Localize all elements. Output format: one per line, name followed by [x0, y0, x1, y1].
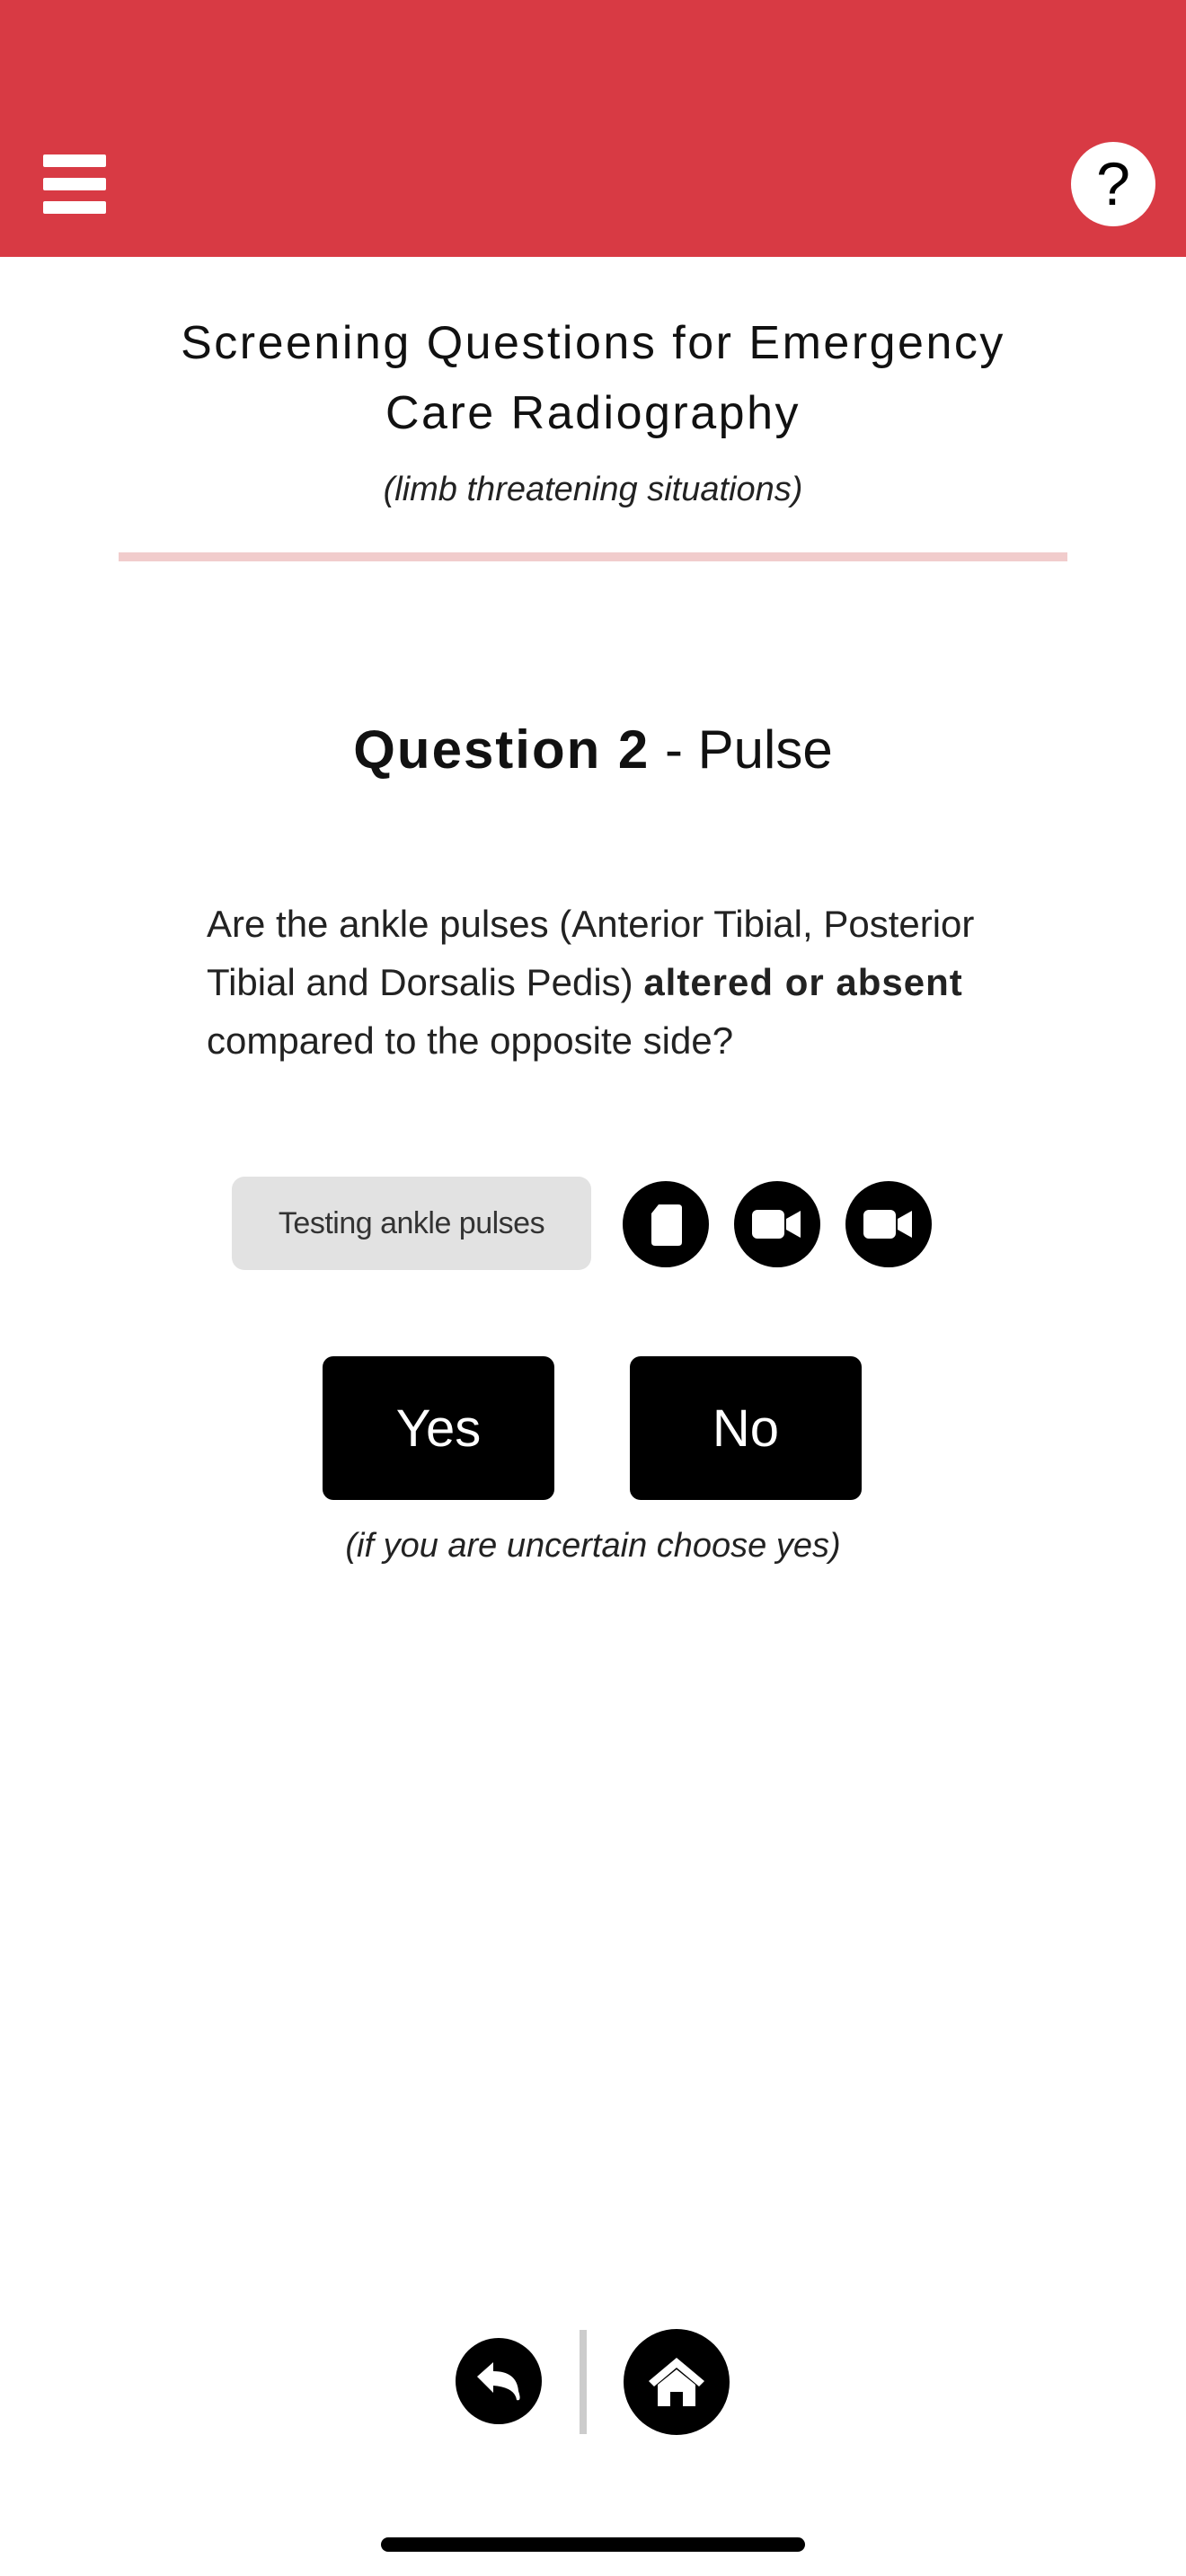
- question-text-emphasis: altered or absent: [643, 961, 963, 1003]
- yes-button[interactable]: Yes: [323, 1356, 554, 1500]
- question-mark-icon: ?: [1096, 150, 1130, 218]
- home-indicator: [381, 2537, 805, 2552]
- help-button[interactable]: ?: [1071, 142, 1155, 226]
- back-button[interactable]: [456, 2338, 542, 2424]
- video-camera-icon: [863, 1210, 912, 1239]
- page-subtitle: (limb threatening situations): [383, 471, 803, 508]
- question-topic: - Pulse: [650, 719, 833, 780]
- document-icon: [651, 1204, 682, 1246]
- video-button-1[interactable]: [734, 1181, 820, 1267]
- video-button-2[interactable]: [845, 1181, 932, 1267]
- question-text: Are the ankle pulses (Anterior Tibial, P…: [207, 895, 979, 1070]
- menu-bar: [43, 201, 106, 214]
- no-button[interactable]: No: [630, 1356, 862, 1500]
- question-number: Question 2: [353, 719, 651, 780]
- nav-separator: [580, 2330, 587, 2434]
- video-camera-icon: [752, 1210, 801, 1239]
- testing-ankle-pulses-button[interactable]: Testing ankle pulses: [232, 1177, 591, 1270]
- page-title-line1: Screening Questions for Emergency: [181, 317, 1005, 369]
- app-header: ?: [0, 0, 1186, 257]
- back-arrow-icon: [477, 2362, 520, 2401]
- title-divider: [119, 552, 1067, 561]
- document-button[interactable]: [623, 1181, 709, 1267]
- home-button[interactable]: [624, 2329, 730, 2435]
- menu-bar: [43, 154, 106, 167]
- menu-button[interactable]: [43, 154, 106, 214]
- home-icon: [649, 2358, 704, 2406]
- question-heading: Question 2 - Pulse: [90, 719, 1096, 781]
- question-text-part: compared to the opposite side?: [207, 1019, 734, 1062]
- answer-hint: (if you are uncertain choose yes): [345, 1527, 841, 1565]
- page-title-line2: Care Radiography: [385, 387, 801, 439]
- menu-bar: [43, 178, 106, 190]
